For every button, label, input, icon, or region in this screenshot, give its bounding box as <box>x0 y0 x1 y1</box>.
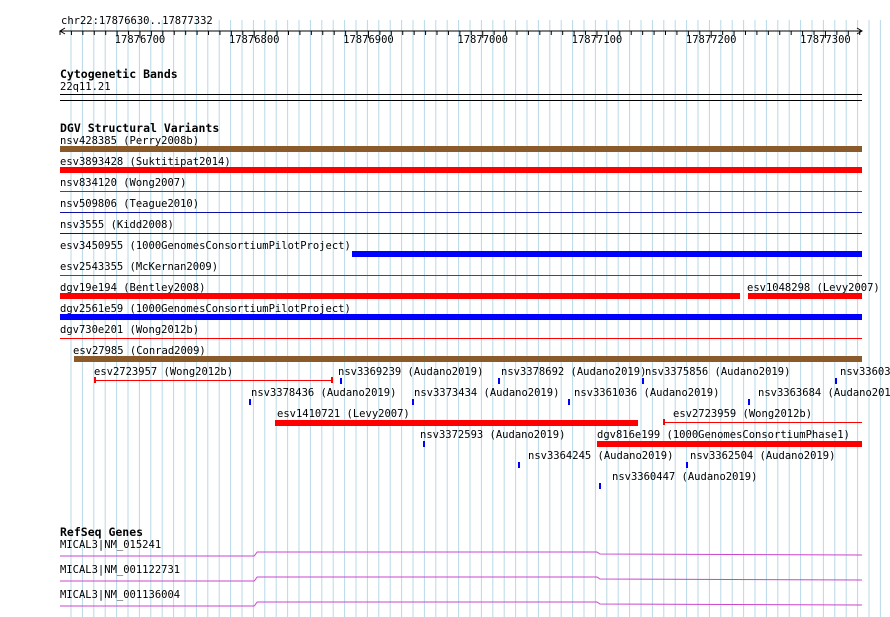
variant-whisker[interactable] <box>663 422 862 423</box>
variant-label[interactable]: nsv509806 (Teague2010) <box>60 198 199 210</box>
ruler-tick-label: 17877300 <box>800 34 851 46</box>
variant-bar[interactable] <box>60 314 862 320</box>
variant-bar[interactable] <box>60 293 740 299</box>
variant-marker[interactable] <box>248 399 251 405</box>
variant-marker[interactable] <box>686 462 689 468</box>
gene-intron-line <box>60 576 863 582</box>
variant-bar[interactable] <box>274 420 639 426</box>
gene-model[interactable] <box>0 574 890 584</box>
variant-marker[interactable] <box>423 441 426 447</box>
variant-label[interactable]: dgv730e201 (Wong2012b) <box>60 324 199 336</box>
ruler-tick-label: 17876900 <box>343 34 394 46</box>
variant-bar[interactable] <box>60 191 862 192</box>
ruler-tick-label: 17877000 <box>457 34 508 46</box>
variant-label[interactable]: nsv3375856 (Audano2019) <box>645 366 790 378</box>
variant-label[interactable]: esv2723957 (Wong2012b) <box>94 366 233 378</box>
variant-marker[interactable] <box>518 462 521 468</box>
variant-whisker[interactable] <box>94 380 331 381</box>
variant-label[interactable]: nsv3363684 (Audano2019) <box>758 387 890 399</box>
genome-browser-panel: chr22:17876630..17877332 17876700 1787680… <box>0 0 890 617</box>
variant-label[interactable]: nsv3369239 (Audano2019) <box>338 366 483 378</box>
variant-whisker-cap <box>330 377 333 383</box>
ruler-tick-label: 17877200 <box>685 34 737 46</box>
variant-label[interactable]: nsv3378436 (Audano2019) <box>251 387 396 399</box>
ruler-tick-label: 17877100 <box>571 34 623 46</box>
variant-marker[interactable] <box>497 378 500 384</box>
ruler-tick-label: 17876700 <box>114 34 166 46</box>
variant-bar[interactable] <box>60 212 862 213</box>
variant-bar[interactable] <box>596 441 862 447</box>
variant-label[interactable]: nsv3362504 (Audano2019) <box>690 450 835 462</box>
refseq-track-title: RefSeq Genes <box>60 525 144 539</box>
variant-label[interactable]: nsv3372593 (Audano2019) <box>420 429 565 441</box>
dgv-track-title: DGV Structural Variants <box>60 121 220 135</box>
variant-label[interactable]: nsv3364245 (Audano2019) <box>528 450 673 462</box>
ruler-tick-label: 17876800 <box>228 34 280 46</box>
cytoband-line-top <box>60 94 862 95</box>
variant-label[interactable]: nsv3373434 (Audano2019) <box>414 387 559 399</box>
variant-label[interactable]: nsv33603 <box>840 366 890 378</box>
variant-marker[interactable] <box>568 399 571 405</box>
cytoband-line-bottom <box>60 100 862 101</box>
variant-marker[interactable] <box>599 483 602 489</box>
variant-marker[interactable] <box>339 378 342 384</box>
variant-marker[interactable] <box>834 378 837 384</box>
variant-whisker-cap <box>663 419 666 425</box>
variant-bar[interactable] <box>60 338 862 339</box>
variant-whisker-cap <box>94 377 97 383</box>
variant-bar[interactable] <box>60 233 862 234</box>
variant-bar[interactable] <box>60 275 862 276</box>
gene-intron-line <box>60 601 863 607</box>
variant-bar[interactable] <box>60 146 862 152</box>
variant-label[interactable]: nsv3360447 (Audano2019) <box>612 471 757 483</box>
variant-bar[interactable] <box>352 251 862 257</box>
gene-model[interactable] <box>0 599 890 609</box>
variant-label[interactable]: dgv816e199 (1000GenomesConsortiumPhase1) <box>597 429 850 441</box>
variant-label[interactable]: nsv3555 (Kidd2008) <box>60 219 174 231</box>
variant-label[interactable]: esv1410721 (Levy2007) <box>277 408 410 420</box>
variant-label[interactable]: esv2543355 (McKernan2009) <box>60 261 218 273</box>
variant-bar[interactable] <box>747 293 862 299</box>
variant-label[interactable]: esv3450955 (1000GenomesConsortiumPilotPr… <box>60 240 351 252</box>
cytoband-track-title: Cytogenetic Bands <box>60 67 178 81</box>
gene-model[interactable] <box>0 549 890 559</box>
variant-marker[interactable] <box>641 378 644 384</box>
cytoband-label: 22q11.21 <box>60 81 111 93</box>
variant-label[interactable]: nsv3378692 (Audano2019) <box>501 366 646 378</box>
variant-marker[interactable] <box>411 399 414 405</box>
variant-bar[interactable] <box>73 356 862 362</box>
variant-label[interactable]: esv2723959 (Wong2012b) <box>673 408 812 420</box>
variant-bar[interactable] <box>60 167 862 173</box>
gene-intron-line <box>60 551 863 557</box>
variant-label[interactable]: nsv834120 (Wong2007) <box>60 177 186 189</box>
variant-marker[interactable] <box>747 399 750 405</box>
variant-label[interactable]: nsv3361036 (Audano2019) <box>574 387 719 399</box>
